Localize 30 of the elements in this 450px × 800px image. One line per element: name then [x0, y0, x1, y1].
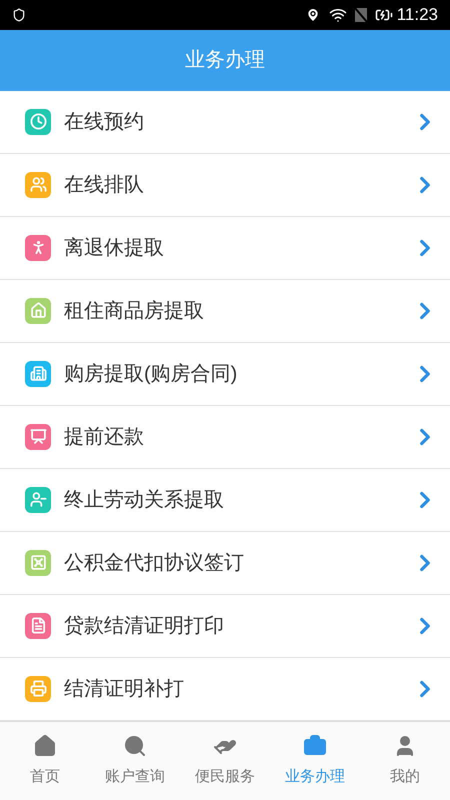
item-label: 贷款结清证明打印 [64, 614, 225, 639]
item-label: 公积金代扣协议签订 [64, 550, 245, 576]
header-title: 业务办理 [185, 48, 265, 74]
item-label: 终止劳动关系提取 [64, 488, 225, 513]
list-item[interactable]: 贷款结清证明打印 [0, 594, 450, 658]
item-label: 离退休提取 [64, 236, 165, 261]
list-item[interactable]: 租住商品房提取 [0, 280, 450, 343]
item-label: 购房提取(购房合同) [64, 362, 238, 387]
briefcase-icon [303, 734, 327, 758]
item-label: 租住商品房提取 [64, 298, 205, 324]
list-item[interactable]: 终止劳动关系提取 [0, 468, 450, 532]
nav-tab[interactable]: 便民服务 [180, 722, 270, 800]
list-item[interactable]: 提前还款 [0, 406, 450, 469]
list-item[interactable]: 离退休提取 [0, 216, 450, 280]
search-icon [123, 734, 147, 758]
list-item[interactable]: 公积金代扣协议签订 [0, 532, 450, 595]
nav-tab[interactable]: 首页 [0, 722, 90, 800]
nav-tab[interactable]: 账户查询 [90, 722, 180, 800]
no-signal-icon [354, 8, 367, 22]
nav-tab[interactable]: 我的 [360, 722, 450, 800]
item-label: 提前还款 [64, 424, 145, 450]
list-item[interactable]: 在线排队 [0, 154, 450, 217]
list-item[interactable]: 购房提取(购房合同) [0, 342, 450, 406]
status-time: 11:23 [396, 4, 438, 26]
item-label: 在线排队 [64, 172, 145, 198]
item-label: 结清证明补打 [64, 676, 185, 702]
item-label: 在线预约 [64, 110, 145, 135]
home-icon [33, 734, 57, 758]
shield-icon [12, 8, 26, 22]
list-item[interactable]: 在线预约 [0, 90, 450, 154]
